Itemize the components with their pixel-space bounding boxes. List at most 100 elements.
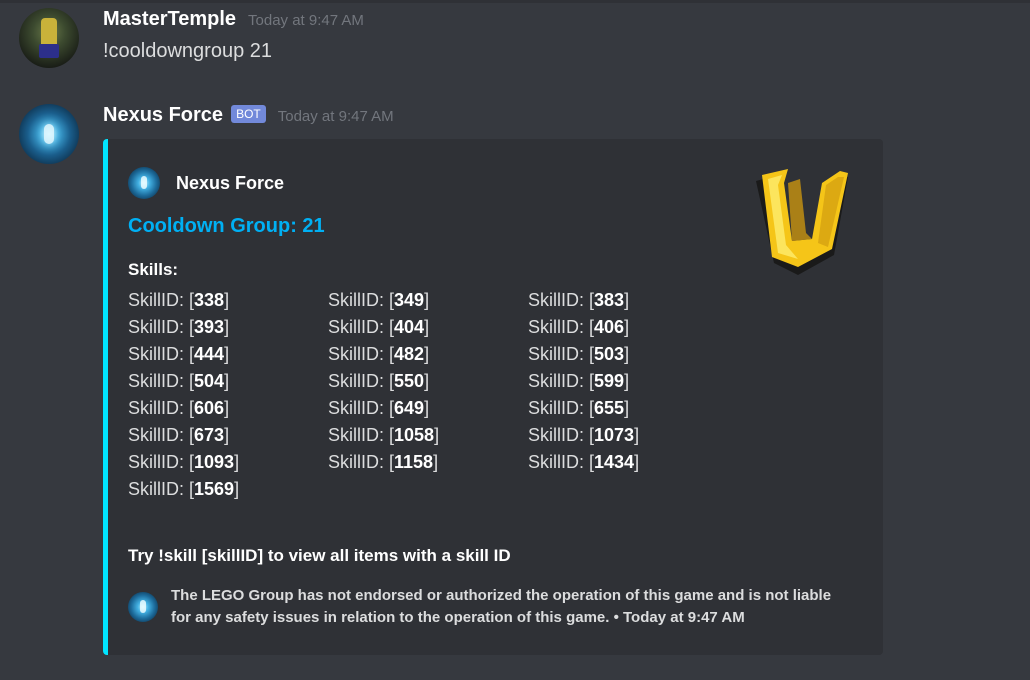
- skill-item: SkillID: [1569]: [128, 476, 328, 503]
- skill-item: SkillID: [504]: [128, 368, 328, 395]
- skill-item: SkillID: [606]: [128, 395, 328, 422]
- skill-suffix: ]: [624, 398, 630, 418]
- skill-item: SkillID: [1434]: [528, 449, 728, 476]
- message-header: MasterTemple Today at 9:47 AM: [103, 8, 364, 31]
- avatar-figure-legs: [39, 44, 59, 58]
- skill-prefix: SkillID: [: [328, 398, 395, 418]
- skill-suffix: ]: [624, 344, 630, 364]
- skill-suffix: ]: [624, 371, 630, 391]
- skill-item: SkillID: [406]: [528, 314, 728, 341]
- skill-item: SkillID: [599]: [528, 368, 728, 395]
- avatar-figure: [41, 18, 57, 46]
- skill-item: SkillID: [503]: [528, 341, 728, 368]
- skill-list: SkillID: [338] SkillID: [349] SkillID: [38…: [128, 287, 728, 503]
- skill-prefix: SkillID: [: [328, 344, 395, 364]
- skill-id: 406: [594, 317, 625, 337]
- message-content: !cooldowngroup 21: [103, 40, 273, 62]
- skill-suffix: ]: [424, 398, 430, 418]
- skill-suffix: ]: [224, 344, 230, 364]
- skill-item: SkillID: [338]: [128, 287, 328, 314]
- embed-author-name: Nexus Force: [176, 172, 285, 193]
- skill-prefix: SkillID: [: [528, 425, 595, 445]
- skill-item: SkillID: [550]: [328, 368, 528, 395]
- skill-suffix: ]: [224, 398, 230, 418]
- skill-prefix: SkillID: [: [528, 371, 595, 391]
- skill-item: SkillID: [1158]: [328, 449, 528, 476]
- skill-suffix: ]: [624, 317, 630, 337]
- skill-suffix: ]: [634, 425, 640, 445]
- skill-id: 1158: [394, 452, 434, 472]
- skill-id: 1093: [194, 452, 235, 472]
- skill-prefix: SkillID: [: [328, 425, 395, 445]
- skill-prefix: SkillID: [: [328, 371, 395, 391]
- skill-suffix: ]: [424, 317, 430, 337]
- skill-suffix: ]: [424, 290, 430, 310]
- skill-id: 649: [394, 398, 425, 418]
- timestamp: Today at 9:47 AM: [277, 108, 394, 125]
- username[interactable]: Nexus Force: [103, 104, 223, 127]
- skill-id: 673: [194, 425, 225, 445]
- skill-id: 383: [594, 290, 625, 310]
- bot-avatar[interactable]: [19, 104, 79, 164]
- skill-suffix: ]: [434, 425, 440, 445]
- skill-suffix: ]: [224, 317, 230, 337]
- embed: Nexus Force Cooldown Group: 21 Skills: S…: [103, 139, 883, 655]
- skill-id: 550: [394, 371, 425, 391]
- skill-suffix: ]: [234, 452, 240, 472]
- avatar-core: [44, 124, 54, 144]
- footer-icon: [128, 592, 158, 622]
- bot-tag: BOT: [231, 105, 266, 123]
- skill-suffix: ]: [224, 371, 230, 391]
- embed-title: Cooldown Group: 21: [128, 215, 325, 237]
- skill-item: SkillID: [349]: [328, 287, 528, 314]
- field-name: Skills:: [128, 260, 179, 279]
- skill-id: 503: [594, 344, 625, 364]
- u-logo-icon[interactable]: [748, 163, 858, 278]
- skill-item: SkillID: [655]: [528, 395, 728, 422]
- user-avatar[interactable]: [19, 8, 79, 68]
- skill-item: SkillID: [404]: [328, 314, 528, 341]
- skill-suffix: ]: [234, 479, 240, 499]
- skill-item: SkillID: [649]: [328, 395, 528, 422]
- embed-author-icon: [128, 167, 160, 199]
- skill-id: 349: [394, 290, 425, 310]
- skill-id: 599: [594, 371, 625, 391]
- skill-id: 606: [194, 398, 225, 418]
- skill-prefix: SkillID: [: [128, 479, 195, 499]
- skill-id: 504: [194, 371, 225, 391]
- skill-prefix: SkillID: [: [128, 371, 195, 391]
- skill-prefix: SkillID: [: [128, 344, 195, 364]
- message-header: Nexus Force BOT Today at 9:47 AM: [103, 104, 394, 127]
- skill-item: SkillID: [393]: [128, 314, 328, 341]
- skill-prefix: SkillID: [: [128, 290, 195, 310]
- skill-id: 1434: [594, 452, 635, 472]
- skill-id: 444: [194, 344, 225, 364]
- username[interactable]: MasterTemple: [103, 8, 236, 31]
- skill-suffix: ]: [424, 344, 430, 364]
- skill-prefix: SkillID: [: [128, 452, 195, 472]
- skill-item: SkillID: [1058]: [328, 422, 528, 449]
- skill-item: SkillID: [444]: [128, 341, 328, 368]
- embed-footer: The LEGO Group has not endorsed or autho…: [128, 585, 851, 629]
- skill-suffix: ]: [624, 290, 630, 310]
- skill-prefix: SkillID: [: [128, 398, 195, 418]
- skill-item: SkillID: [1073]: [528, 422, 728, 449]
- embed-description: Try !skill [skillID] to view all items w…: [128, 546, 511, 565]
- skill-prefix: SkillID: [: [328, 317, 395, 337]
- skill-item: SkillID: [1093]: [128, 449, 328, 476]
- skill-id: 1569: [194, 479, 235, 499]
- skill-suffix: ]: [433, 452, 439, 472]
- skill-prefix: SkillID: [: [528, 452, 595, 472]
- skill-prefix: SkillID: [: [528, 317, 595, 337]
- skill-item: SkillID: [673]: [128, 422, 328, 449]
- timestamp: Today at 9:47 AM: [248, 12, 364, 29]
- skill-item: SkillID: [482]: [328, 341, 528, 368]
- skill-prefix: SkillID: [: [528, 398, 595, 418]
- skill-id: 338: [194, 290, 225, 310]
- skill-prefix: SkillID: [: [128, 317, 195, 337]
- skill-id: 482: [394, 344, 425, 364]
- embed-author: Nexus Force: [128, 167, 284, 199]
- skill-item: SkillID: [383]: [528, 287, 728, 314]
- top-divider: [0, 0, 1030, 3]
- footer-text: The LEGO Group has not endorsed or autho…: [171, 587, 832, 626]
